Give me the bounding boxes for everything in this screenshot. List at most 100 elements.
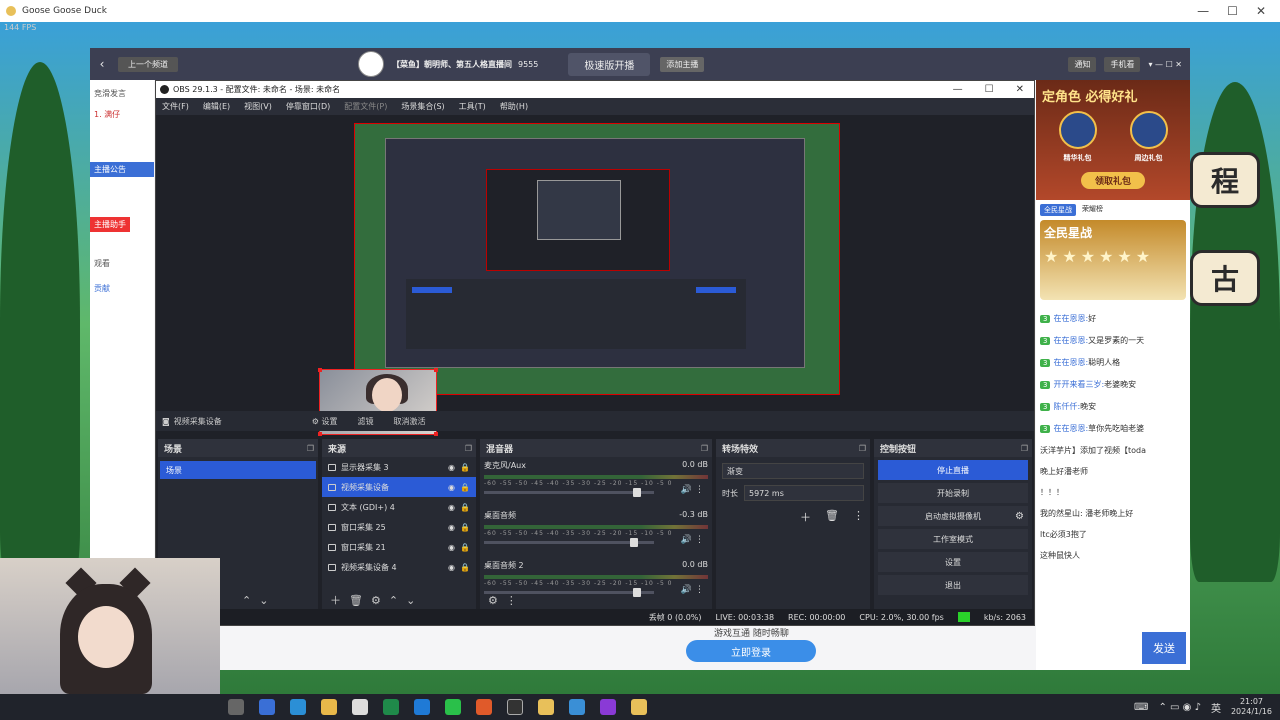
menu-view[interactable]: 视图(V) bbox=[244, 101, 272, 112]
goose-icon[interactable] bbox=[631, 699, 647, 715]
source-item[interactable]: 窗口采集 21 ◉ 🔒 bbox=[322, 537, 476, 557]
source-filters-button[interactable]: 滤镜 bbox=[349, 414, 381, 429]
mixer-menu-icon[interactable]: ⋮ bbox=[506, 594, 517, 607]
file-icon[interactable] bbox=[352, 699, 368, 715]
obs-minimize-button[interactable]: — bbox=[953, 84, 963, 95]
send-button[interactable]: 发送 bbox=[1142, 632, 1186, 664]
undock-icon[interactable]: ❐ bbox=[307, 444, 314, 453]
visibility-eye-icon[interactable]: ◉ bbox=[448, 463, 455, 472]
close-button[interactable]: ✕ bbox=[1256, 4, 1266, 18]
app-icon[interactable] bbox=[476, 699, 492, 715]
announcement-button[interactable]: 主播公告 bbox=[90, 162, 154, 177]
game-button[interactable]: 程 bbox=[1190, 152, 1260, 208]
promo-banner[interactable]: 定角色 必得好礼 精华礼包 周边礼包 领取礼包 bbox=[1036, 80, 1190, 200]
tab-stars[interactable]: 全民星战 bbox=[1040, 204, 1076, 216]
menu-scene-collection[interactable]: 场景集合(S) bbox=[401, 101, 444, 112]
visibility-eye-icon[interactable]: ◉ bbox=[448, 483, 455, 492]
excel-icon[interactable] bbox=[383, 699, 399, 715]
left-label[interactable]: 1. 满仔 bbox=[90, 107, 154, 122]
game-button[interactable]: 古 bbox=[1190, 250, 1260, 306]
volume-slider[interactable] bbox=[484, 488, 654, 497]
contribution-tab[interactable]: 贡献 bbox=[90, 281, 154, 296]
virtual-camera-button[interactable]: 启动虚拟摄像机 ⚙ bbox=[878, 506, 1028, 526]
folder-icon[interactable] bbox=[321, 699, 337, 715]
channel-controls[interactable]: 🔊 ⋮ bbox=[681, 535, 704, 545]
volume-knob[interactable] bbox=[629, 538, 638, 547]
add-transition-icon[interactable]: ＋ bbox=[800, 509, 811, 525]
fast-start-button[interactable]: 极速版开播 bbox=[568, 52, 651, 76]
obs-close-button[interactable]: ✕ bbox=[1016, 84, 1024, 95]
lock-icon[interactable]: 🔒 bbox=[460, 523, 470, 532]
gear-icon[interactable]: ⚙ bbox=[1015, 511, 1024, 522]
back-icon[interactable]: ‹ bbox=[90, 57, 114, 71]
start-recording-button[interactable]: 开始录制 bbox=[878, 483, 1028, 503]
assistant-button[interactable]: 主播助手 bbox=[90, 217, 130, 232]
stop-streaming-button[interactable]: 停止直播 bbox=[878, 460, 1028, 480]
add-source-icon[interactable]: ＋ bbox=[330, 592, 341, 608]
visibility-eye-icon[interactable]: ◉ bbox=[448, 503, 455, 512]
phone-button[interactable]: 手机看 bbox=[1104, 56, 1141, 72]
source-item[interactable]: 窗口采集 25 ◉ 🔒 bbox=[322, 517, 476, 537]
scene-item[interactable]: 场景 bbox=[160, 461, 316, 479]
menu-profile[interactable]: 配置文件(P) bbox=[344, 101, 387, 112]
preview-canvas[interactable] bbox=[354, 123, 840, 395]
transition-select[interactable]: 渐变 bbox=[722, 463, 864, 479]
source-properties-icon[interactable]: ⚙ bbox=[371, 594, 381, 607]
channel-avatar[interactable] bbox=[358, 51, 384, 77]
move-up-icon[interactable]: ⌃ bbox=[242, 594, 251, 607]
undock-icon[interactable]: ❐ bbox=[465, 444, 472, 453]
preview-area[interactable] bbox=[156, 115, 1034, 436]
duration-input[interactable]: 5972 ms bbox=[744, 485, 864, 501]
exit-button[interactable]: 退出 bbox=[878, 575, 1028, 595]
undock-icon[interactable]: ❐ bbox=[701, 444, 708, 453]
move-down-icon[interactable]: ⌄ bbox=[406, 594, 415, 607]
visibility-eye-icon[interactable]: ◉ bbox=[448, 563, 455, 572]
app-icon[interactable] bbox=[290, 699, 306, 715]
menu-file[interactable]: 文件(F) bbox=[162, 101, 189, 112]
source-item[interactable]: 视频采集设备 4 ◉ 🔒 bbox=[322, 557, 476, 577]
visibility-eye-icon[interactable]: ◉ bbox=[448, 523, 455, 532]
stars-card[interactable]: 全民星战 ★★★★★★ bbox=[1040, 220, 1186, 300]
menu-help[interactable]: 帮助(H) bbox=[500, 101, 528, 112]
keyboard-icon[interactable]: ⌨ bbox=[1134, 702, 1148, 713]
lock-icon[interactable]: 🔒 bbox=[460, 483, 470, 492]
app-icon[interactable] bbox=[569, 699, 585, 715]
tray-icons[interactable]: ⌃ ▭ ◉ ♪ bbox=[1158, 702, 1200, 713]
notify-button[interactable]: 通知 bbox=[1068, 56, 1097, 72]
resize-handle[interactable] bbox=[318, 432, 322, 436]
chat-username[interactable]: 在在恩恩: bbox=[1053, 314, 1088, 323]
menu-tools[interactable]: 工具(T) bbox=[459, 101, 486, 112]
menu-docks[interactable]: 停靠窗口(D) bbox=[286, 101, 330, 112]
undock-icon[interactable]: ❐ bbox=[1021, 444, 1028, 453]
settings-button[interactable]: 设置 bbox=[878, 552, 1028, 572]
claim-gift-button[interactable]: 领取礼包 bbox=[1081, 172, 1145, 189]
chat-username[interactable]: 开开来看三岁: bbox=[1053, 380, 1104, 389]
volume-knob[interactable] bbox=[633, 488, 642, 497]
add-host-button[interactable]: 添加主播 bbox=[660, 56, 705, 72]
visibility-eye-icon[interactable]: ◉ bbox=[448, 543, 455, 552]
source-settings-button[interactable]: ⚙ 设置 bbox=[304, 414, 346, 429]
resize-handle[interactable] bbox=[434, 432, 438, 436]
task-view-icon[interactable] bbox=[228, 699, 244, 715]
chat-username[interactable]: 在在恩恩: bbox=[1053, 424, 1088, 433]
wechat-icon[interactable] bbox=[445, 699, 461, 715]
source-item[interactable]: 显示器采集 3 ◉ 🔒 bbox=[322, 457, 476, 477]
delete-transition-icon[interactable]: 🗑 bbox=[825, 509, 839, 525]
undock-icon[interactable]: ❐ bbox=[859, 444, 866, 453]
deactivate-button[interactable]: 取消激活 bbox=[385, 414, 433, 429]
chat-username[interactable]: 陈仟仟: bbox=[1053, 402, 1080, 411]
channel-controls[interactable]: 🔊 ⋮ bbox=[681, 485, 704, 495]
studio-mode-button[interactable]: 工作室模式 bbox=[878, 529, 1028, 549]
left-label[interactable]: 竞滑发言 bbox=[90, 80, 154, 107]
advanced-audio-icon[interactable]: ⚙ bbox=[488, 594, 498, 607]
clock[interactable]: 21:07 2024/1/16 bbox=[1231, 697, 1272, 717]
source-item[interactable]: 视频采集设备 ◉ 🔒 bbox=[322, 477, 476, 497]
lock-icon[interactable]: 🔒 bbox=[460, 503, 470, 512]
transition-menu-icon[interactable]: ⋮ bbox=[853, 509, 864, 525]
delete-source-icon[interactable]: 🗑 bbox=[349, 594, 363, 607]
resize-handle[interactable] bbox=[434, 368, 438, 372]
menu-edit[interactable]: 编辑(E) bbox=[203, 101, 230, 112]
source-item[interactable]: 文本 (GDI+) 4 ◉ 🔒 bbox=[322, 497, 476, 517]
resize-handle[interactable] bbox=[318, 368, 322, 372]
ime-indicator[interactable]: 英 bbox=[1211, 700, 1221, 715]
